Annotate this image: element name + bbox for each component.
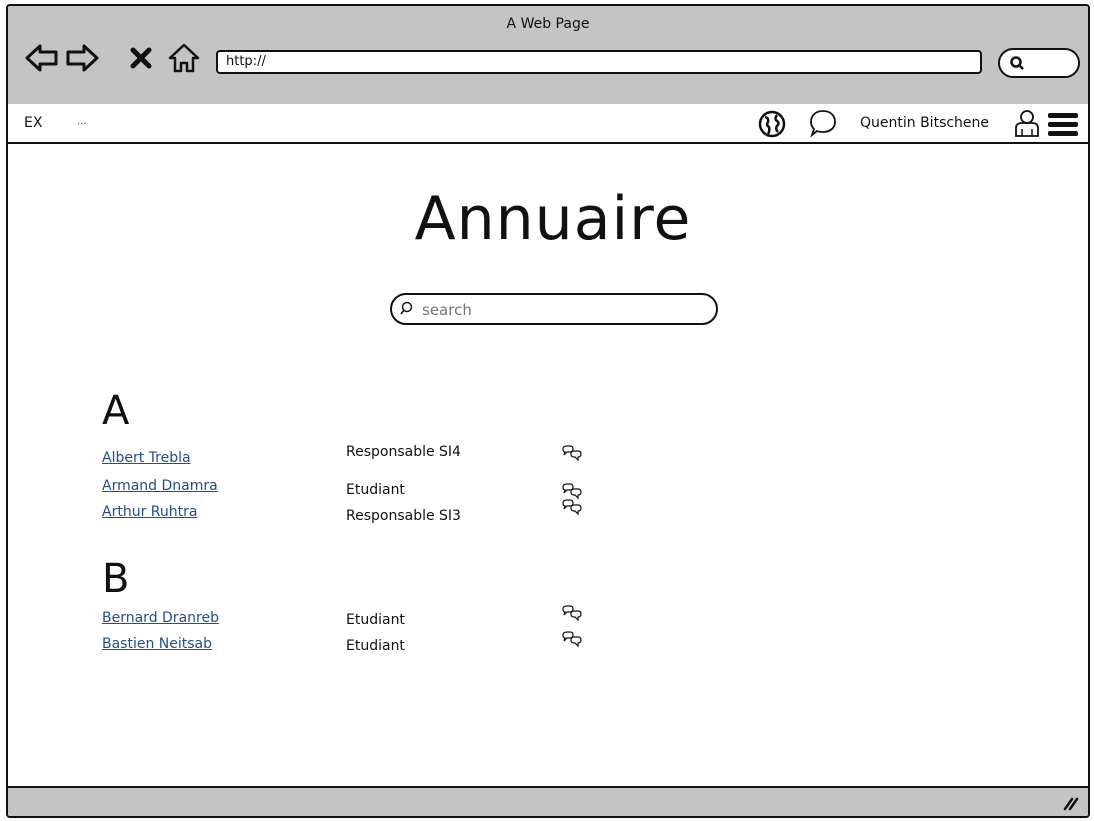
home-icon[interactable] [166,40,202,76]
person-name-link[interactable]: Albert Trebla [102,450,191,466]
window-title: A Web Page [506,16,590,32]
person-name-link[interactable]: Bastien Neitsab [102,636,212,652]
directory-row: Armand Dnamra Etudiant [8,478,708,502]
directory-row: Arthur Ruhtra Responsable SI3 [8,499,708,528]
browser-search-button[interactable] [998,48,1080,78]
directory-row: Bernard Dranreb Etudiant [8,605,708,634]
browser-chrome: A Web Page http:// [8,6,1088,106]
person-name-link[interactable]: Arthur Ruhtra [102,504,197,520]
group-letter-a: A [102,388,130,434]
back-arrow-icon[interactable] [24,40,60,76]
logo[interactable]: EX [24,115,42,131]
hamburger-menu-icon[interactable] [1047,112,1079,138]
chat-icon[interactable] [560,498,584,520]
app-header: EX ... Quentin Bitschene [8,104,1088,144]
status-bar [8,786,1088,816]
person-name-link[interactable]: Armand Dnamra [102,478,218,494]
speech-bubble-icon[interactable] [808,108,838,138]
person-role: Etudiant [346,482,405,498]
user-icon[interactable] [1014,108,1040,138]
stop-x-icon[interactable] [126,40,156,76]
browser-window: A Web Page http:// EX ... Quentin Bitsch… [6,4,1090,818]
page-title: Annuaire [414,184,692,254]
person-role: Responsable SI4 [346,444,461,460]
search-icon [1010,56,1024,70]
search-field[interactable] [390,293,718,325]
directory-row: Bastien Neitsab Etudiant [8,631,708,660]
user-name[interactable]: Quentin Bitschene [860,115,989,131]
forward-arrow-icon[interactable] [64,40,100,76]
person-role: Responsable SI3 [346,508,461,524]
search-input[interactable] [420,298,704,322]
globe-icon[interactable] [758,110,786,138]
chat-icon[interactable] [560,604,584,626]
person-role: Etudiant [346,638,405,654]
directory-row: Albert Trebla Responsable SI4 [8,444,708,474]
chat-icon[interactable] [560,444,584,466]
logo-suffix: ... [77,116,87,127]
resize-grip-icon[interactable] [1062,794,1080,812]
person-name-link[interactable]: Bernard Dranreb [102,610,219,626]
url-bar[interactable]: http:// [216,50,982,74]
group-letter-b: B [102,556,130,602]
main-content: Annuaire A Albert Trebla Responsable SI4… [8,144,1088,789]
search-icon [400,301,413,315]
chat-icon[interactable] [560,630,584,652]
person-role: Etudiant [346,612,405,628]
